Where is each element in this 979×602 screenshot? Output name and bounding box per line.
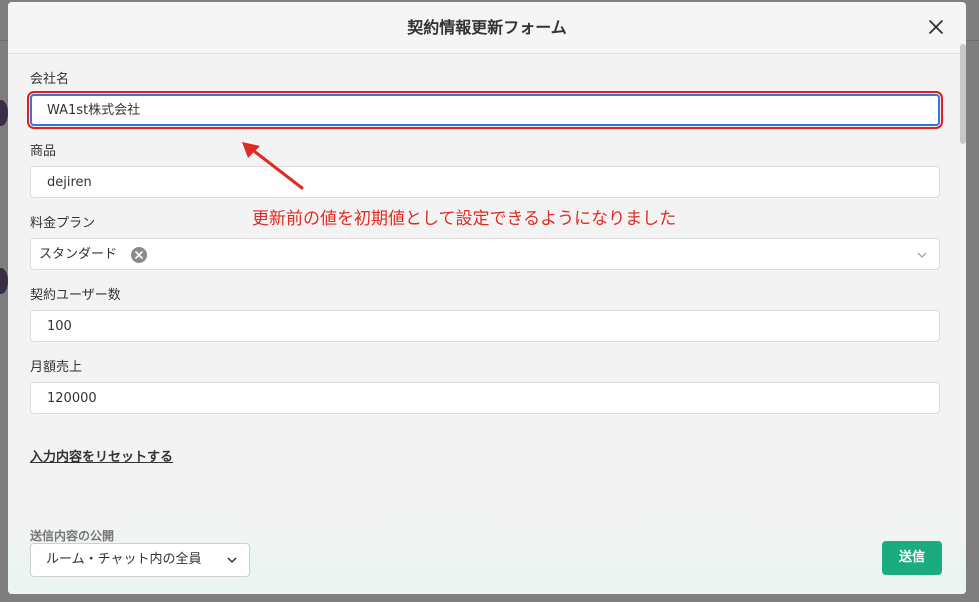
close-icon xyxy=(929,20,943,34)
submit-button[interactable]: 送信 xyxy=(882,541,942,575)
chevron-down-icon xyxy=(227,557,237,564)
modal-title: 契約情報更新フォーム xyxy=(407,18,567,37)
company-name-label: 会社名 xyxy=(30,72,70,87)
modal-header: 契約情報更新フォーム xyxy=(8,2,966,54)
publish-scope-value: ルーム・チャット内の全員 xyxy=(46,552,202,567)
modal-footer: 送信内容の公開 ルーム・チャット内の全員 送信 xyxy=(8,507,966,594)
company-name-input[interactable]: WA1st株式会社 xyxy=(27,91,943,129)
close-button[interactable] xyxy=(924,15,948,39)
annotation-arrow-icon xyxy=(242,142,304,190)
product-input[interactable]: dejiren xyxy=(30,166,940,198)
reset-form-link[interactable]: 入力内容をリセットする xyxy=(30,446,173,465)
plan-label: 料金プラン xyxy=(30,216,96,231)
user-count-label: 契約ユーザー数 xyxy=(30,288,121,303)
plan-selected-value: スタンダード xyxy=(39,247,118,262)
monthly-sales-label: 月額売上 xyxy=(30,360,83,375)
publish-scope-label: 送信内容の公開 xyxy=(30,529,115,543)
chevron-down-icon[interactable] xyxy=(917,251,927,259)
clear-selection-icon[interactable] xyxy=(131,247,147,263)
annotation-text: 更新前の値を初期値として設定できるようになりました xyxy=(252,209,677,229)
product-label: 商品 xyxy=(30,144,57,159)
publish-scope-select[interactable]: ルーム・チャット内の全員 xyxy=(30,543,250,577)
scrollbar[interactable] xyxy=(960,44,966,144)
plan-select[interactable]: スタンダード xyxy=(30,238,940,270)
monthly-sales-input[interactable]: 120000 xyxy=(30,382,940,414)
contract-update-modal: 契約情報更新フォーム 会社名 WA1st株式会社 商品 dejiren 料金プラ… xyxy=(8,2,966,594)
user-count-input[interactable]: 100 xyxy=(30,310,940,342)
